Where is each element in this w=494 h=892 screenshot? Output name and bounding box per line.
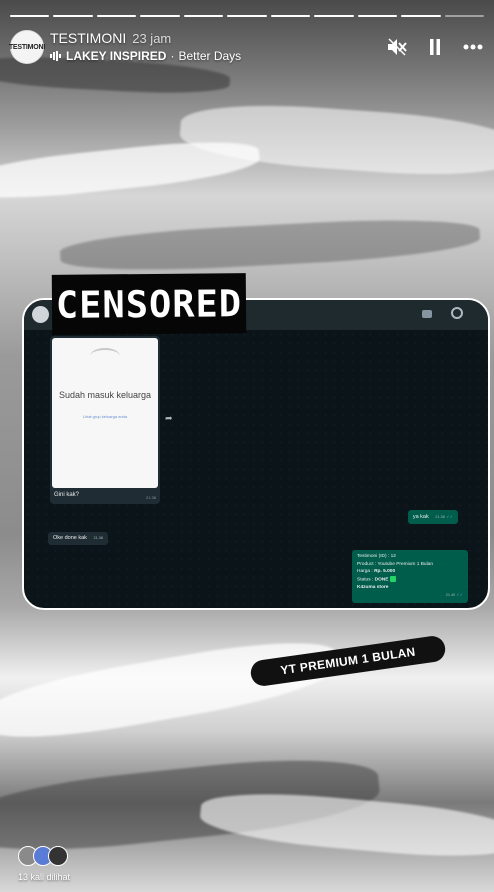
image-preview: Sudah masuk keluarga Lihat grup keluarga… — [52, 338, 158, 488]
chat-bubble-out: ya kak 21.38 ✓✓ — [407, 510, 458, 524]
story-progress — [10, 15, 484, 17]
image-card-title: Sudah masuk keluarga — [58, 390, 152, 400]
price-label: Harga : — [357, 569, 375, 575]
progress-segment — [183, 15, 224, 17]
message-time: 21.40 ✓✓ — [445, 592, 463, 598]
views-count[interactable]: 13 kali dilihat — [18, 872, 70, 882]
receipt-line: Testimoni (ID) : 12 — [357, 554, 396, 559]
message-text: Oke done kak — [53, 535, 87, 541]
chat-screenshot: Sudah masuk keluarga Lihat grup keluarga… — [22, 298, 490, 610]
sad-face-icon — [90, 348, 120, 364]
status-label: Status : — [357, 577, 375, 583]
progress-segment — [401, 15, 441, 17]
progress-segment — [140, 15, 180, 17]
story-header: TESTIMONI TESTIMONI 23 jam LAKEY INSPIRED… — [9, 28, 484, 68]
store-name: K4zuma store — [357, 584, 389, 590]
more-icon[interactable] — [462, 36, 484, 58]
account-name[interactable]: TESTIMONI — [50, 30, 126, 46]
chat-bubble-in: Oke done kak 21.38 — [48, 532, 108, 545]
progress-segment — [96, 15, 137, 17]
viewer-avatars[interactable] — [18, 846, 68, 866]
check-icon — [389, 575, 396, 582]
music-separator: · — [170, 49, 175, 63]
music-title: Better Days — [178, 49, 242, 63]
image-card-sub: Lihat grup keluarga anda — [82, 414, 128, 419]
censored-sticker: CENSORED — [51, 273, 247, 335]
search-icon — [451, 307, 463, 319]
progress-segment — [227, 15, 267, 17]
progress-segment — [444, 15, 484, 17]
message-text: ya kak — [412, 514, 429, 520]
music-info[interactable]: LAKEY INSPIRED · Better Days — [50, 49, 241, 63]
price-value: Rp. 5.000 — [374, 569, 396, 575]
video-call-icon — [422, 310, 432, 318]
progress-segment — [53, 15, 93, 17]
read-ticks-icon: ✓✓ — [446, 514, 453, 519]
image-caption: Gini kak? — [54, 492, 80, 498]
pause-icon[interactable] — [424, 36, 446, 58]
account-name-row: TESTIMONI 23 jam — [50, 30, 171, 46]
music-artist: LAKEY INSPIRED — [66, 49, 167, 63]
contact-avatar — [32, 306, 49, 323]
story-controls — [386, 36, 484, 58]
message-time: 21.38 — [93, 536, 103, 540]
progress-segment — [10, 15, 50, 17]
receipt-bubble: Testimoni (ID) : 12 Product : Youtube Pr… — [352, 550, 468, 603]
account-avatar[interactable]: TESTIMONI — [9, 30, 45, 64]
receipt-line: Product : Youtube Premium 1 Bulan — [357, 561, 433, 567]
message-time: 21.38 — [435, 515, 445, 519]
viewer-avatar — [48, 846, 68, 866]
progress-segment — [270, 15, 311, 17]
forward-icon: ➦ — [165, 413, 173, 423]
music-bars-icon — [50, 51, 61, 61]
status-value: DONE — [374, 577, 389, 583]
receipt-line: Harga : Rp. 5.000 — [357, 568, 463, 576]
mute-icon[interactable] — [386, 36, 408, 58]
receipt-line: Status : DONE — [357, 575, 463, 584]
progress-segment — [314, 15, 354, 17]
image-message: Sudah masuk keluarga Lihat grup keluarga… — [50, 336, 160, 504]
message-time: 21.38 — [145, 495, 156, 500]
progress-segment — [357, 15, 398, 17]
story-time: 23 jam — [132, 31, 172, 46]
